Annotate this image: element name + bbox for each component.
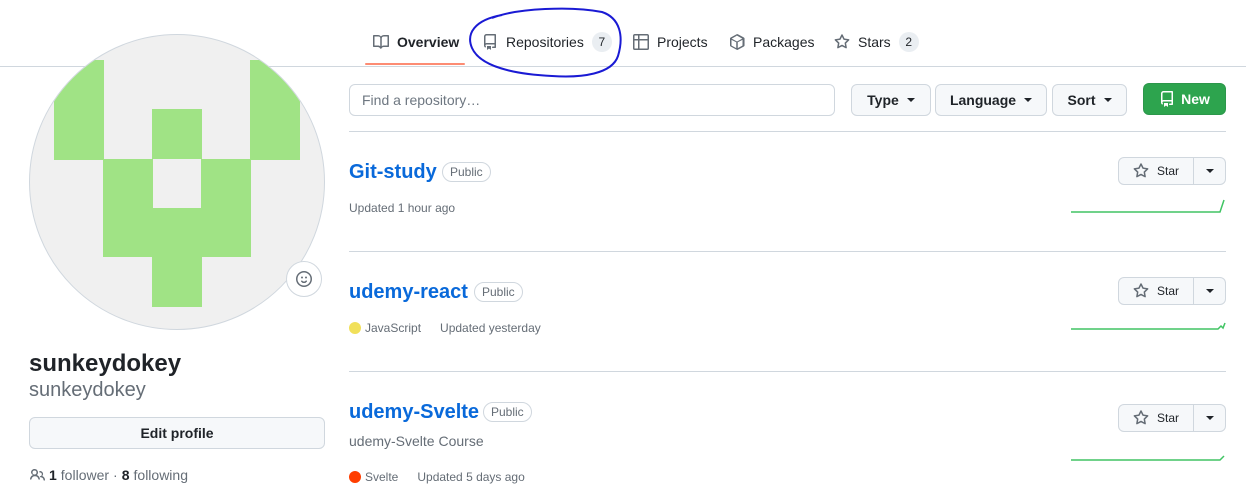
chevron-down-icon [1205, 289, 1214, 293]
type-filter-label: Type [867, 92, 899, 108]
table-icon [633, 34, 649, 50]
repo-name-link[interactable]: udemy-Svelte [349, 401, 479, 424]
followers-count: 1 [49, 467, 57, 483]
language-filter-label: Language [949, 92, 1017, 108]
repo-meta: Svelte Updated 5 days ago [349, 470, 525, 484]
identicon-block [103, 159, 153, 257]
find-repository-input[interactable] [349, 84, 835, 116]
activity-sparkline [1071, 199, 1225, 213]
star-icon [1133, 283, 1149, 298]
repo-language: Svelte [365, 470, 399, 484]
visibility-badge: Public [474, 282, 523, 302]
repo-updated: Updated 5 days ago [417, 470, 525, 484]
follow-separator: · [113, 467, 118, 483]
chevron-down-icon [1024, 98, 1033, 102]
set-status-button[interactable] [286, 261, 322, 297]
active-tab-indicator [365, 63, 465, 65]
divider [349, 131, 1226, 132]
follow-stats: 1 follower · 8 following [29, 467, 188, 483]
identicon-block [152, 257, 202, 307]
star-icon [834, 34, 850, 49]
star-button-group: Star [1118, 404, 1226, 432]
star-button[interactable]: Star [1118, 277, 1194, 305]
tab-label: Stars [858, 34, 891, 50]
repo-name-link[interactable]: udemy-react [349, 281, 468, 304]
star-label: Star [1156, 164, 1179, 178]
divider [349, 251, 1226, 252]
identicon-block [152, 208, 202, 257]
following-count: 8 [121, 467, 130, 483]
repo-name-link[interactable]: Git-study [349, 161, 437, 184]
chevron-down-icon [1103, 98, 1112, 102]
repo-updated: Updated yesterday [440, 321, 541, 335]
star-icon [1133, 163, 1149, 178]
sort-filter-button[interactable]: Sort [1052, 84, 1127, 116]
chevron-down-icon [1205, 169, 1214, 173]
visibility-badge: Public [483, 402, 532, 422]
identicon-block [201, 159, 251, 257]
book-icon [373, 35, 389, 49]
star-button[interactable]: Star [1118, 404, 1194, 432]
stars-count-badge: 2 [898, 32, 919, 52]
repo-language: JavaScript [365, 321, 422, 335]
package-icon [729, 34, 745, 50]
smiley-icon [296, 271, 312, 287]
tab-projects[interactable]: Projects [633, 26, 708, 58]
identicon-block [54, 60, 104, 160]
identicon-block [152, 109, 202, 159]
repositories-count-badge: 7 [591, 32, 612, 52]
chevron-down-icon [906, 98, 915, 102]
tab-packages[interactable]: Packages [729, 26, 814, 58]
tab-overview[interactable]: Overview [373, 26, 459, 58]
repo-updated: Updated 1 hour ago [349, 201, 456, 215]
repo-icon [1161, 91, 1174, 107]
edit-profile-button[interactable]: Edit profile [29, 417, 325, 449]
divider [349, 371, 1226, 372]
star-icon [1133, 410, 1149, 425]
type-filter-button[interactable]: Type [851, 84, 931, 116]
followers-label: follower [60, 467, 110, 483]
star-list-dropdown[interactable] [1194, 404, 1226, 432]
star-button[interactable]: Star [1118, 157, 1194, 185]
chevron-down-icon [1205, 416, 1214, 420]
star-label: Star [1156, 411, 1179, 425]
star-button-group: Star [1118, 157, 1226, 185]
tab-label: Projects [657, 34, 708, 50]
repo-meta: JavaScript Updated yesterday [349, 321, 541, 335]
new-repository-button[interactable]: New [1143, 83, 1226, 115]
star-list-dropdown[interactable] [1194, 157, 1226, 185]
language-color-dot [349, 322, 361, 334]
repo-icon [484, 34, 496, 50]
following-link[interactable]: 8 following [122, 467, 188, 483]
repo-description: udemy-Svelte Course [349, 433, 484, 449]
new-button-label: New [1181, 91, 1210, 107]
profile-full-name: sunkeydokey [29, 350, 182, 377]
star-list-dropdown[interactable] [1194, 277, 1226, 305]
people-icon [30, 469, 45, 481]
tab-label: Overview [397, 34, 460, 50]
tab-repositories[interactable]: Repositories 7 [482, 26, 612, 58]
activity-sparkline [1071, 455, 1225, 461]
tab-label: Packages [753, 34, 815, 50]
followers-link[interactable]: 1 follower [49, 467, 109, 483]
following-label: following [133, 467, 188, 483]
sort-filter-label: Sort [1067, 92, 1096, 108]
repo-meta: Updated 1 hour ago [349, 201, 455, 215]
avatar[interactable] [29, 34, 325, 330]
star-button-group: Star [1118, 277, 1226, 305]
language-color-dot [349, 471, 361, 483]
tab-stars[interactable]: Stars 2 [834, 26, 919, 58]
activity-sparkline [1071, 322, 1226, 330]
language-filter-button[interactable]: Language [935, 84, 1047, 116]
identicon-block [250, 60, 300, 160]
star-label: Star [1156, 284, 1179, 298]
profile-username: sunkeydokey [29, 379, 146, 401]
tab-label: Repositories [506, 34, 584, 50]
visibility-badge: Public [442, 162, 491, 182]
